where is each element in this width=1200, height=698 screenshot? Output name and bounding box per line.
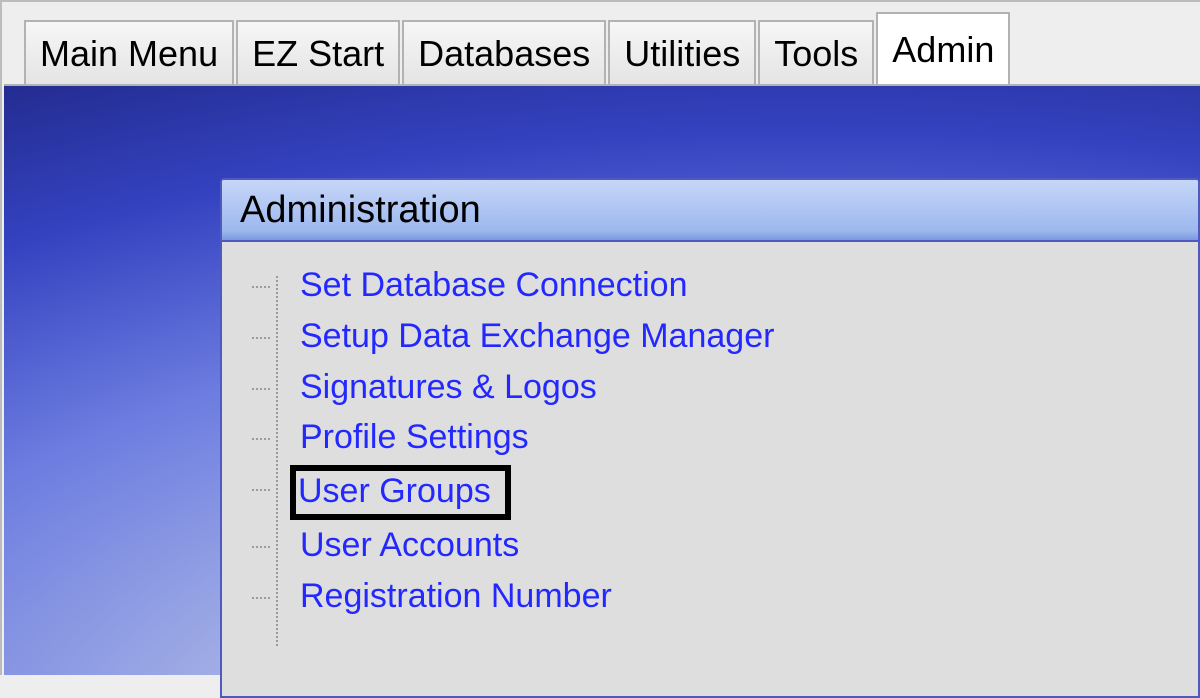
tree-item-profile-settings: Profile Settings bbox=[270, 414, 1170, 463]
tab-utilities[interactable]: Utilities bbox=[608, 20, 756, 88]
link-registration-number[interactable]: Registration Number bbox=[294, 573, 618, 622]
admin-tree: Set Database Connection Setup Data Excha… bbox=[270, 262, 1170, 622]
tree-item-registration-number: Registration Number bbox=[270, 573, 1170, 622]
link-setup-data-exchange-manager[interactable]: Setup Data Exchange Manager bbox=[294, 313, 780, 362]
panel-titlebar: Administration bbox=[222, 180, 1198, 242]
tree-item-user-accounts: User Accounts bbox=[270, 522, 1170, 571]
tree-item-user-groups: User Groups bbox=[270, 465, 1170, 520]
link-profile-settings[interactable]: Profile Settings bbox=[294, 414, 535, 463]
link-user-groups[interactable]: User Groups bbox=[290, 465, 511, 520]
panel-title: Administration bbox=[240, 189, 481, 232]
tab-main-menu[interactable]: Main Menu bbox=[24, 20, 234, 88]
link-user-accounts[interactable]: User Accounts bbox=[294, 522, 525, 571]
content-area: Administration Set Database Connection S… bbox=[4, 84, 1200, 675]
app-window: Main Menu EZ Start Databases Utilities T… bbox=[0, 0, 1200, 675]
tree-item-set-database-connection: Set Database Connection bbox=[270, 262, 1170, 311]
tab-ez-start[interactable]: EZ Start bbox=[236, 20, 400, 88]
link-signatures-logos[interactable]: Signatures & Logos bbox=[294, 364, 603, 413]
administration-panel: Administration Set Database Connection S… bbox=[220, 178, 1200, 698]
tree-item-signatures-logos: Signatures & Logos bbox=[270, 364, 1170, 413]
tab-admin[interactable]: Admin bbox=[876, 12, 1010, 84]
tab-tools[interactable]: Tools bbox=[758, 20, 874, 88]
panel-body: Set Database Connection Setup Data Excha… bbox=[222, 242, 1198, 652]
link-set-database-connection[interactable]: Set Database Connection bbox=[294, 262, 693, 311]
tab-databases[interactable]: Databases bbox=[402, 20, 606, 88]
tree-item-setup-data-exchange-manager: Setup Data Exchange Manager bbox=[270, 313, 1170, 362]
tab-strip: Main Menu EZ Start Databases Utilities T… bbox=[2, 2, 1200, 84]
